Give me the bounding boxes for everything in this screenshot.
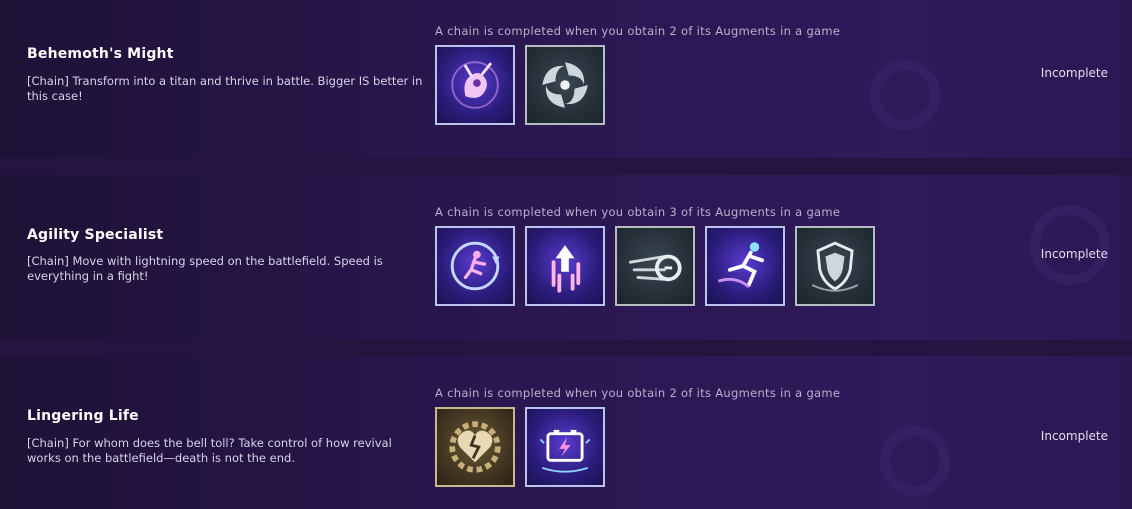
runner-clock-icon[interactable] xyxy=(435,226,515,306)
chain-title: Behemoth's Might xyxy=(27,46,174,62)
background-swirl xyxy=(1030,205,1110,285)
chain-description: [Chain] Transform into a titan and thriv… xyxy=(27,74,423,103)
chain-description: [Chain] For whom does the bell toll? Tak… xyxy=(27,436,392,465)
chain-title: Lingering Life xyxy=(27,408,139,424)
augment-list xyxy=(435,407,605,487)
sprinter-icon[interactable] xyxy=(705,226,785,306)
chain-row: Lingering Life [Chain] For whom does the… xyxy=(0,356,1132,509)
chain-row: Agility Specialist [Chain] Move with lig… xyxy=(0,175,1132,340)
background-swirl xyxy=(880,426,950,496)
chain-status: Incomplete xyxy=(1040,247,1108,261)
chain-status: Incomplete xyxy=(1040,66,1108,80)
chain-completion-note: A chain is completed when you obtain 3 o… xyxy=(435,205,841,219)
chain-status: Incomplete xyxy=(1040,429,1108,443)
augment-list xyxy=(435,226,875,306)
chain-description: [Chain] Move with lightning speed on the… xyxy=(27,254,383,283)
chain-title: Agility Specialist xyxy=(27,227,164,243)
background-swirl xyxy=(870,60,940,130)
battery-charge-icon[interactable] xyxy=(525,407,605,487)
broken-heart-gear-icon[interactable] xyxy=(435,407,515,487)
speed-dash-icon[interactable] xyxy=(615,226,695,306)
chain-completion-note: A chain is completed when you obtain 2 o… xyxy=(435,24,841,38)
vortex-swirl-icon[interactable] xyxy=(525,45,605,125)
upward-dash-icon[interactable] xyxy=(525,226,605,306)
chain-row: Behemoth's Might [Chain] Transform into … xyxy=(0,0,1132,158)
titan-spirit-icon[interactable] xyxy=(435,45,515,125)
augment-list xyxy=(435,45,605,125)
chain-completion-note: A chain is completed when you obtain 2 o… xyxy=(435,386,841,400)
shield-burst-icon[interactable] xyxy=(795,226,875,306)
